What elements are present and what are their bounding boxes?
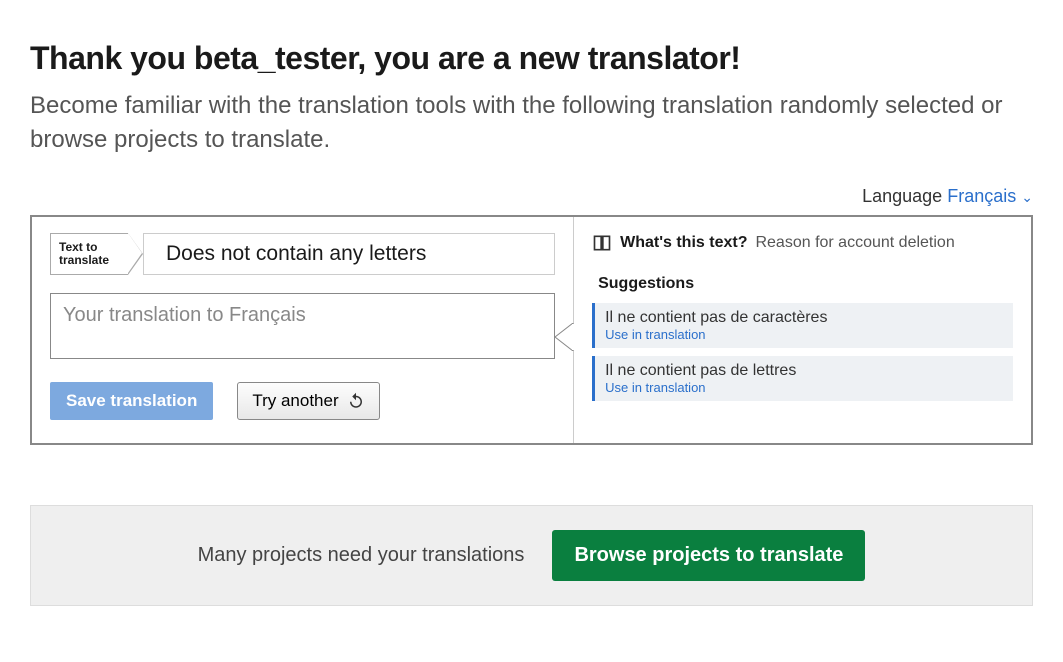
undo-icon	[347, 392, 365, 410]
suggestions-title: Suggestions	[598, 275, 1013, 293]
translation-input-wrap	[50, 293, 555, 364]
context-panel: What's this text? Reason for account del…	[574, 217, 1031, 443]
suggestion-text: Il ne contient pas de caractères	[605, 309, 1003, 327]
page-subtitle: Become familiar with the translation too…	[30, 89, 1033, 156]
source-text: Does not contain any letters	[143, 233, 555, 275]
translation-left-panel: Text to translate Does not contain any l…	[32, 217, 574, 443]
source-tag: Text to translate	[50, 233, 128, 275]
language-selector[interactable]: Français ⌄	[947, 186, 1033, 206]
try-another-button[interactable]: Try another	[237, 382, 379, 420]
browse-projects-button[interactable]: Browse projects to translate	[552, 530, 865, 581]
language-current: Français	[947, 186, 1016, 206]
action-buttons: Save translation Try another	[50, 382, 555, 420]
speech-pointer-icon	[554, 323, 574, 351]
translation-panel: Text to translate Does not contain any l…	[30, 215, 1033, 445]
suggestion-text: Il ne contient pas de lettres	[605, 362, 1003, 380]
save-translation-button[interactable]: Save translation	[50, 382, 213, 420]
chevron-down-icon: ⌄	[1021, 189, 1033, 205]
whats-this-row: What's this text? Reason for account del…	[592, 233, 1013, 253]
whats-this-reason: Reason for account deletion	[755, 234, 954, 252]
footer-prompt: Many projects need your translations	[198, 544, 525, 567]
suggestion-item: Il ne contient pas de caractères Use in …	[592, 303, 1013, 348]
use-in-translation-link[interactable]: Use in translation	[605, 380, 1003, 395]
suggestion-item: Il ne contient pas de lettres Use in tra…	[592, 356, 1013, 401]
tag-arrow-icon	[128, 233, 142, 273]
language-bar: Language Français ⌄	[30, 186, 1033, 207]
page-title: Thank you beta_tester, you are a new tra…	[30, 40, 1033, 77]
footer-callout: Many projects need your translations Bro…	[30, 505, 1033, 606]
use-in-translation-link[interactable]: Use in translation	[605, 327, 1003, 342]
book-icon	[592, 233, 612, 253]
source-row: Text to translate Does not contain any l…	[50, 233, 555, 275]
try-another-label: Try another	[252, 391, 338, 411]
translation-input[interactable]	[50, 293, 555, 359]
language-label: Language	[862, 186, 942, 206]
whats-this-label: What's this text?	[620, 234, 747, 252]
source-tag-label: Text to translate	[59, 241, 120, 267]
